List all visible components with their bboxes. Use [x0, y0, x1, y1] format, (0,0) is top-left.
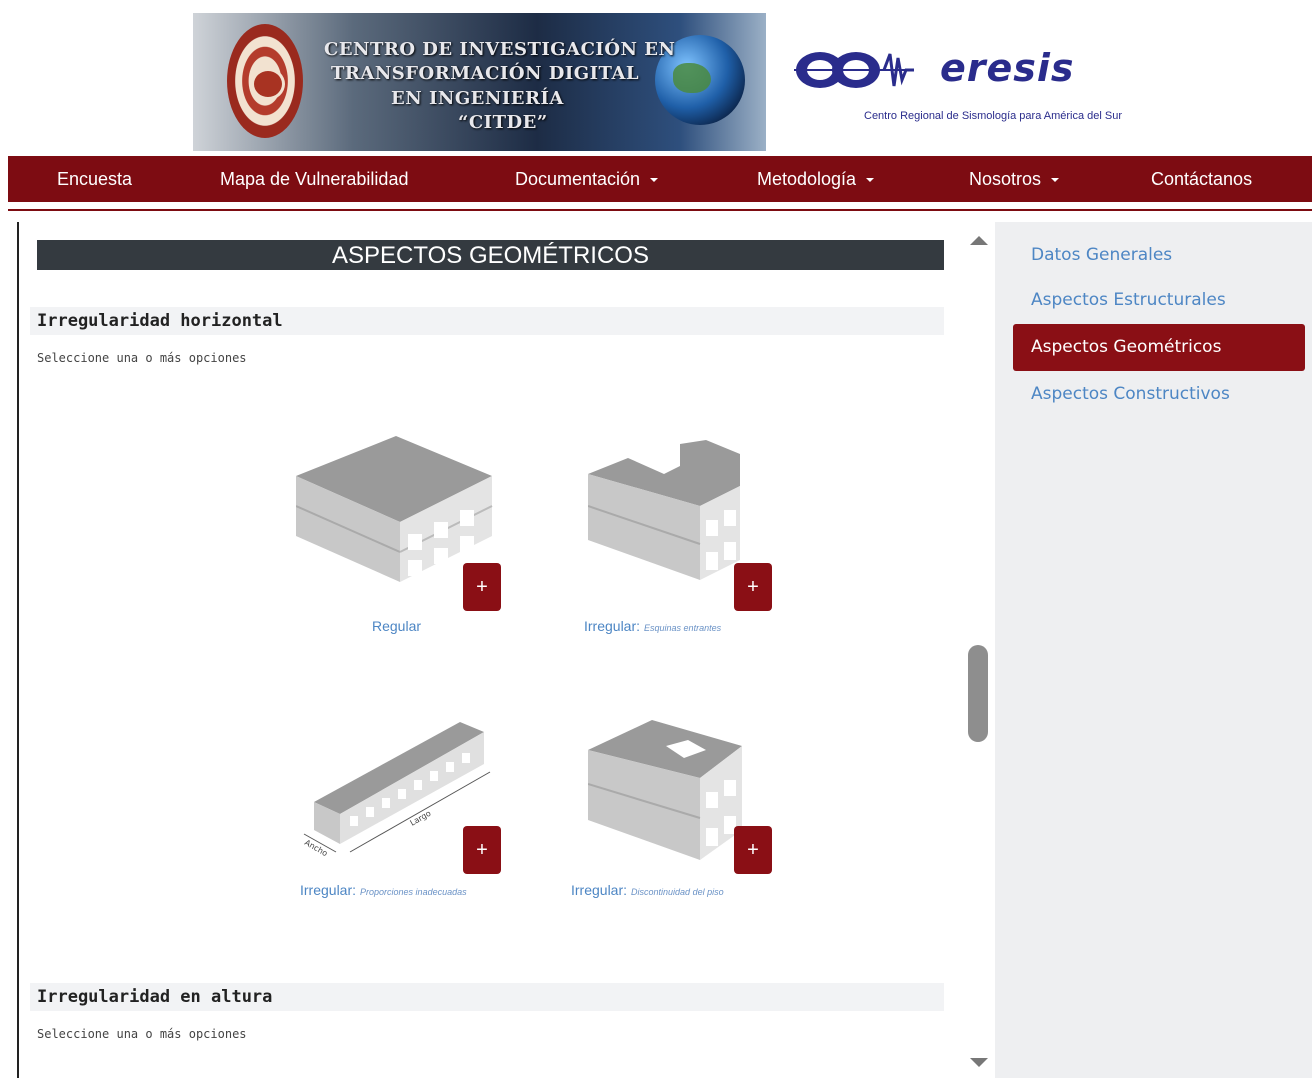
section-subtitle: Seleccione una o más opciones — [37, 351, 247, 365]
university-seal-icon — [227, 24, 303, 138]
content-left-border — [17, 222, 19, 1078]
nav-nosotros-dropdown[interactable]: Nosotros — [969, 156, 1060, 202]
add-discontinuidad-button[interactable]: + — [734, 826, 772, 874]
nav-encuesta-label: Encuesta — [57, 169, 133, 189]
banner-line-2: TRANSFORMACIÓN DIGITAL — [331, 63, 640, 84]
banner-line-4: “CITDE” — [458, 112, 548, 133]
caret-down-icon — [650, 178, 659, 183]
option-label-text: Irregular: — [584, 618, 641, 634]
option-discontinuidad-label[interactable]: Irregular: Discontinuidad del piso — [571, 882, 724, 898]
nav-encuesta[interactable]: Encuesta — [57, 156, 132, 202]
scroll-down-arrow-icon[interactable] — [970, 1058, 988, 1067]
citde-banner: CENTRO DE INVESTIGACIÓN EN TRANSFORMACIÓ… — [193, 13, 766, 151]
banner-line-3: EN INGENIERÍA — [391, 88, 564, 109]
section-heading-horizontal: Irregularidad horizontal — [30, 307, 944, 335]
option-regular-label[interactable]: Regular — [372, 618, 421, 634]
add-esquinas-button[interactable]: + — [734, 563, 772, 611]
nav-contactanos[interactable]: Contáctanos — [1151, 156, 1252, 202]
ceresis-subtitle: Centro Regional de Sismología para Améri… — [864, 110, 1123, 122]
section-heading-text: Irregularidad horizontal — [37, 311, 283, 331]
nav-mapa-label: Mapa de Vulnerabilidad — [220, 169, 409, 189]
ceresis-wordmark: eresis — [940, 46, 1075, 90]
ceresis-emblem-icon — [794, 52, 914, 88]
add-regular-button[interactable]: + — [463, 563, 501, 611]
nav-documentacion-label: Documentación — [515, 169, 641, 189]
navbar-divider — [8, 209, 1312, 211]
option-proporciones-label[interactable]: Irregular: Proporciones inadecuadas — [300, 882, 467, 898]
option-label-text: Irregular: — [571, 882, 628, 898]
option-detail-text: Discontinuidad del piso — [631, 887, 724, 897]
nav-contactanos-label: Contáctanos — [1151, 169, 1253, 189]
ceresis-logo: eresis Centro Regional de Sismología par… — [794, 36, 1164, 136]
sidebar-item-datos-generales[interactable]: Datos Generales — [1013, 233, 1305, 277]
nav-mapa-vulnerabilidad[interactable]: Mapa de Vulnerabilidad — [220, 156, 408, 202]
main-navbar: Encuesta Mapa de Vulnerabilidad Document… — [8, 156, 1312, 202]
sidebar-item-aspectos-estructurales[interactable]: Aspectos Estructurales — [1013, 278, 1305, 322]
add-proporciones-button[interactable]: + — [463, 826, 501, 874]
building-opening-icon — [588, 720, 742, 860]
option-esquinas-label[interactable]: Irregular: Esquinas entrantes — [584, 618, 721, 634]
caret-down-icon — [866, 178, 875, 183]
sidebar-item-aspectos-geometricos[interactable]: Aspectos Geométricos — [1013, 324, 1305, 371]
nav-nosotros-label: Nosotros — [969, 169, 1042, 189]
caret-down-icon — [1051, 178, 1060, 183]
option-detail-text: Proporciones inadecuadas — [360, 887, 467, 897]
option-detail-text: Esquinas entrantes — [644, 623, 722, 633]
scrollbar-thumb[interactable] — [968, 645, 988, 742]
section-sidebar: Datos Generales Aspectos Estructurales A… — [995, 222, 1312, 1078]
sidebar-item-aspectos-constructivos[interactable]: Aspectos Constructivos — [1013, 372, 1305, 416]
nav-metodologia-label: Metodología — [757, 169, 857, 189]
banner-line-1: CENTRO DE INVESTIGACIÓN EN — [324, 39, 676, 60]
section-heading-altura: Irregularidad en altura — [30, 983, 944, 1011]
option-label-text: Regular — [372, 618, 422, 634]
building-l-shape-icon — [588, 440, 740, 580]
nav-documentacion-dropdown[interactable]: Documentación — [515, 156, 659, 202]
section-subtitle: Seleccione una o más opciones — [37, 1027, 247, 1041]
page-title: ASPECTOS GEOMÉTRICOS — [37, 240, 944, 270]
scroll-up-arrow-icon[interactable] — [970, 236, 988, 245]
option-label-text: Irregular: — [300, 882, 357, 898]
nav-metodologia-dropdown[interactable]: Metodología — [757, 156, 875, 202]
section-heading-text: Irregularidad en altura — [37, 987, 273, 1007]
